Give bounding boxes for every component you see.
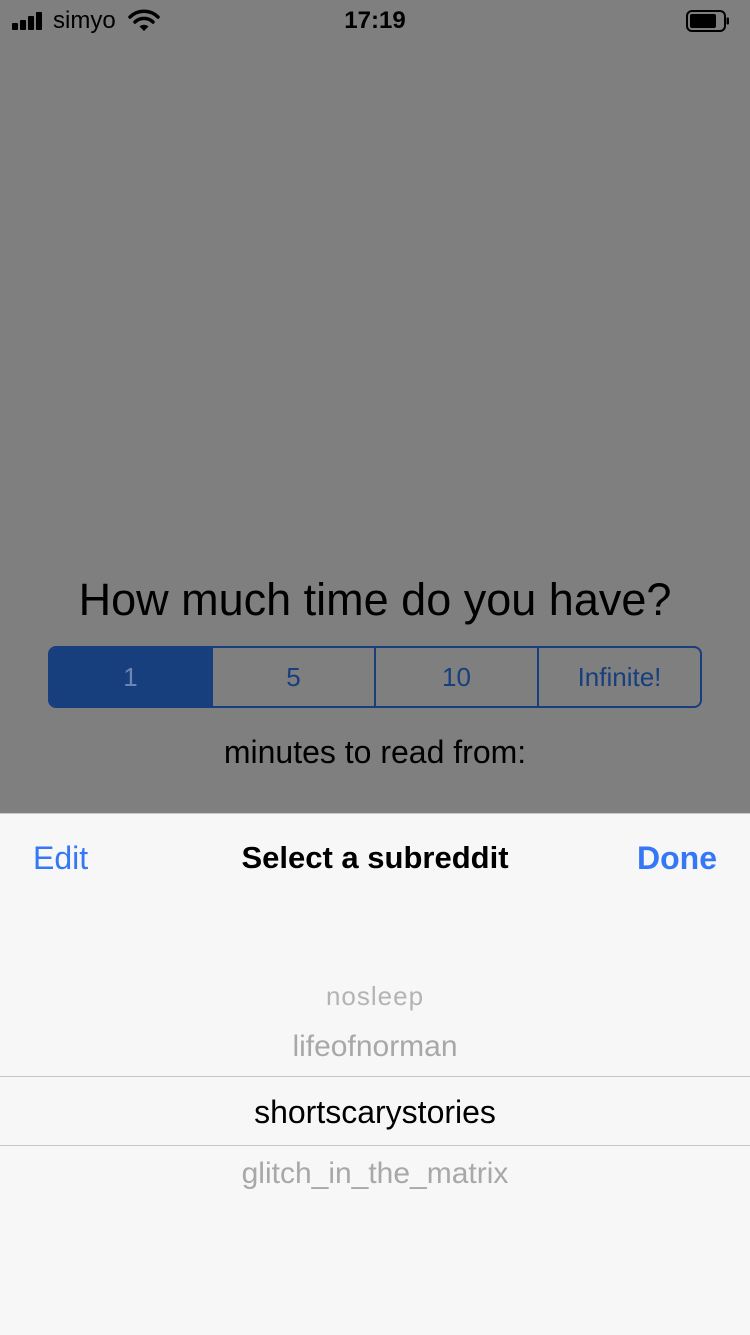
segment-10-minutes[interactable]: 10: [374, 648, 537, 706]
picker-item-nosleep[interactable]: nosleep: [0, 980, 750, 1012]
done-button[interactable]: Done: [637, 838, 717, 878]
minutes-subtitle: minutes to read from:: [223, 734, 527, 770]
time-question-heading: How much time do you have?: [78, 574, 672, 625]
picker-item-shortscarystories-selected[interactable]: shortscarystories: [0, 1092, 750, 1132]
picker-item-lifeofnorman[interactable]: lifeofnorman: [0, 1028, 750, 1066]
segment-1-minute[interactable]: 1: [50, 648, 211, 706]
segment-infinite[interactable]: Infinite!: [537, 648, 700, 706]
time-segmented-control: 1 5 10 Infinite!: [48, 646, 702, 708]
segment-5-minutes[interactable]: 5: [211, 648, 374, 706]
selection-indicator-bottom: [0, 1145, 750, 1146]
subreddit-picker-sheet: Edit Select a subreddit Done nosleep lif…: [0, 813, 750, 1335]
picker-toolbar: Edit Select a subreddit Done: [0, 814, 750, 902]
clock: 17:19: [344, 7, 406, 34]
subreddit-picker-wheel[interactable]: nosleep lifeofnorman shortscarystories g…: [0, 902, 750, 1335]
battery-icon: [686, 10, 729, 32]
picker-item-glitch-in-the-matrix[interactable]: glitch_in_the_matrix: [0, 1155, 750, 1193]
status-bar: simyo 17:19: [0, 0, 750, 40]
selection-indicator-top: [0, 1076, 750, 1077]
